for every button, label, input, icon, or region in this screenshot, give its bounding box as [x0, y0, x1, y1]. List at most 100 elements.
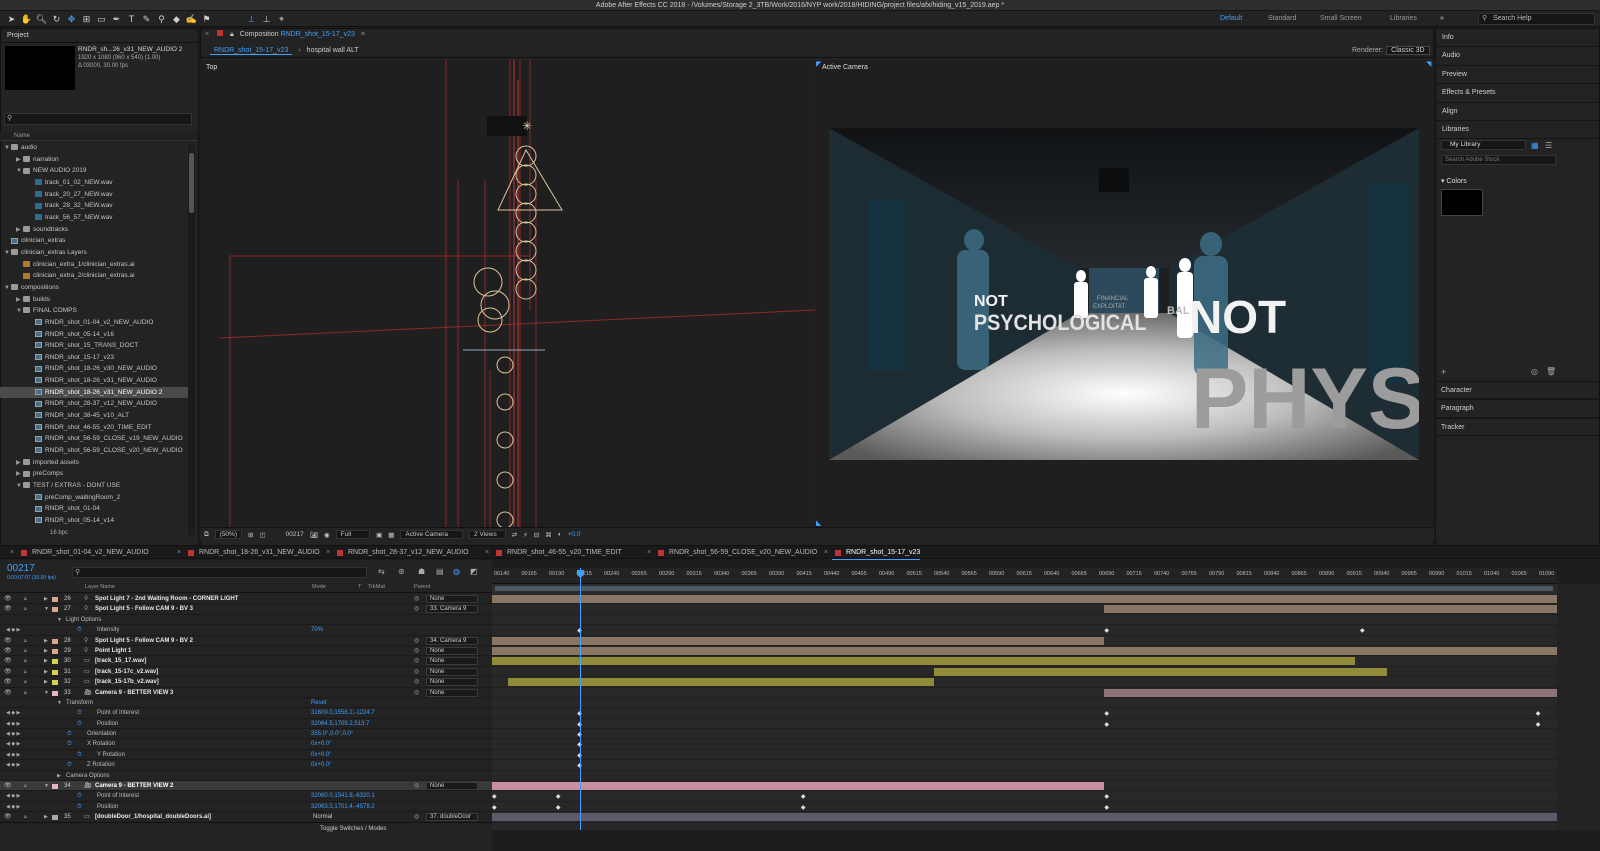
pickwhip-icon[interactable]: ◎	[414, 604, 419, 614]
parent-select[interactable]: None	[426, 688, 478, 697]
visibility-eye-icon[interactable]: 👁︎	[4, 781, 12, 791]
close-icon[interactable]: ×	[485, 546, 489, 560]
expand-toggle-icon[interactable]: ▶	[44, 636, 48, 646]
timeline-track[interactable]	[492, 771, 1557, 782]
project-item[interactable]: ▼ clinician_extras Layers	[0, 247, 188, 259]
work-area-bar[interactable]	[492, 584, 1557, 594]
world-axis-icon[interactable]: ⊥	[259, 11, 274, 27]
project-item[interactable]: RNDR_shot_46-55_v20_TIME_EDIT	[0, 422, 188, 434]
keyframe-navigator-icon[interactable]: ◀ ◆ ▶	[6, 625, 20, 635]
property-row[interactable]: ⏱︎ ◀ ◆ ▶ Point of Interest 31609.0,1556.2,-…	[0, 708, 492, 719]
project-search-input[interactable]	[4, 113, 192, 125]
property-row[interactable]: ⏱︎ ◀ ◆ ▶ Z Rotation 0x+0.0°	[0, 760, 492, 771]
layer-row[interactable]: 👁︎ 🔒︎ ▼ 27 💡︎ Spot Light 5 - Follow CAM 9 - B…	[0, 604, 492, 615]
layer-duration-bar[interactable]	[492, 657, 1355, 666]
workspace-standard[interactable]: Standard	[1268, 11, 1296, 27]
panel-paragraph[interactable]: Paragraph	[1435, 399, 1600, 418]
timeline-track[interactable]	[492, 688, 1557, 698]
project-item[interactable]: RNDR_shot_56-59_CLOSE_v20_NEW_AUDIO	[0, 445, 188, 457]
project-item[interactable]: ▶ preComps	[0, 468, 188, 480]
graph-editor-icon[interactable]: ◩	[470, 567, 478, 576]
parent-select[interactable]: None	[426, 667, 478, 676]
draft-3d-icon[interactable]: ⊛	[398, 567, 405, 576]
keyframe-navigator-icon[interactable]: ◀ ◆ ▶	[6, 719, 20, 729]
layer-color-label[interactable]	[52, 659, 58, 665]
exposure-icon[interactable]: ◐	[558, 531, 562, 538]
timeline-track[interactable]	[492, 698, 1557, 709]
timeline-track[interactable]	[492, 615, 1557, 626]
visibility-eye-icon[interactable]: 👁︎	[4, 636, 12, 646]
project-item[interactable]: ▶ imported assets	[0, 457, 188, 469]
keyframe-navigator-icon[interactable]: ◀ ◆ ▶	[6, 729, 20, 739]
panel-libraries[interactable]: Libraries	[1436, 121, 1599, 140]
close-icon[interactable]: ×	[647, 546, 651, 560]
keyframe-icon[interactable]: ◆	[1104, 721, 1109, 728]
pickwhip-icon[interactable]: ◎	[414, 656, 419, 666]
exposure-value[interactable]: +0.0	[568, 531, 581, 538]
project-item[interactable]: RNDR_shot_38-45_v10_ALT	[0, 410, 188, 422]
layer-color-label[interactable]	[52, 638, 58, 644]
timeline-track[interactable]: ◆ ◆ ◆ ◆	[492, 791, 1557, 802]
layer-duration-bar[interactable]	[492, 595, 1557, 603]
timeline-track[interactable]	[492, 646, 1557, 657]
layer-duration-bar[interactable]	[933, 667, 1387, 676]
project-item[interactable]: RNDR_shot_18-26_v30_NEW_AUDIO	[0, 363, 188, 375]
transparency-grid-icon[interactable]: ▦	[388, 531, 394, 539]
lock-icon[interactable]: 🔒︎	[24, 688, 27, 698]
layer-row[interactable]: 👁︎ 🔒︎ ▼ 34 🎥︎ Camera 9 - BETTER VIEW 2 ◎ None	[0, 781, 492, 792]
property-row[interactable]: ⏱︎ ◀ ◆ ▶ Point of Interest 32060.0,1541.8,-…	[0, 791, 492, 802]
project-item[interactable]: clinician_extra_2/clinician_extras.ai	[0, 270, 188, 282]
lock-icon[interactable]: 🔒︎	[24, 636, 27, 646]
frame-blending-icon[interactable]: ▤	[436, 567, 444, 576]
lock-icon[interactable]: 🔒︎	[24, 667, 27, 677]
expand-toggle-icon[interactable]: ▶	[44, 667, 48, 677]
project-item[interactable]: preComp_waitingRoom_2	[0, 492, 188, 504]
keyframe-icon[interactable]: ◆	[1360, 627, 1365, 634]
parent-select[interactable]: 33. Camera 9	[426, 605, 478, 614]
parent-header[interactable]: Parent	[414, 584, 430, 590]
local-axis-icon[interactable]: ⟂	[244, 11, 259, 27]
layer-row[interactable]: 👁︎ 🔒︎ ▶ 28 💡︎ Spot Light 5 - Follow CAM 9 - B…	[0, 636, 492, 646]
layer-color-label[interactable]	[52, 815, 58, 821]
property-row[interactable]: ⏱︎ ◀ ◆ ▶ X Rotation 0x+0.0°	[0, 739, 492, 750]
layer-color-label[interactable]	[52, 784, 58, 790]
hand-tool-icon[interactable]: ✋	[19, 11, 34, 27]
visibility-eye-icon[interactable]: 👁︎	[4, 656, 12, 666]
parent-select[interactable]: None	[426, 657, 478, 666]
keyframe-icon[interactable]: ◆	[492, 793, 497, 800]
project-name-header[interactable]: Name	[0, 132, 197, 141]
property-value[interactable]: 32063.5,1701.4,-4579.2	[311, 802, 375, 812]
parent-select[interactable]: 37. doubleDoor	[426, 813, 478, 822]
project-item[interactable]: track_01_02_NEW.wav	[0, 177, 188, 189]
property-value[interactable]: 0x+0.0°	[311, 760, 332, 770]
layer-name-header[interactable]: Layer Name	[85, 584, 115, 590]
visibility-eye-icon[interactable]: 👁︎	[4, 594, 12, 604]
keyframe-navigator-icon[interactable]: ◀ ◆ ▶	[6, 750, 20, 760]
motion-blur-icon[interactable]: ◍	[453, 567, 460, 576]
visibility-eye-icon[interactable]: 👁︎	[4, 646, 12, 656]
timeline-track[interactable]: ◆	[492, 750, 1557, 761]
timeline-track[interactable]	[492, 677, 1557, 688]
keyframe-navigator-icon[interactable]: ◀ ◆ ▶	[6, 739, 20, 749]
workspace-default[interactable]: Default	[1220, 11, 1242, 27]
keyframe-icon[interactable]: ◆	[492, 804, 497, 811]
project-item[interactable]: clinician_extras	[0, 235, 188, 247]
keyframe-icon[interactable]: ◆	[1104, 710, 1109, 717]
project-item[interactable]: ▶ narration	[0, 154, 188, 166]
property-value[interactable]: 0x+0.0°	[311, 739, 332, 749]
layer-row[interactable]: 👁︎ 🔒︎ ▶ 32 ▭ [track_15-17b_v2.wav] ◎ None	[0, 677, 492, 688]
composition-mini-flowchart-icon[interactable]: ⇆	[378, 567, 385, 576]
close-icon[interactable]: ×	[824, 546, 828, 560]
project-item[interactable]: RNDR_shot_18-26_v31_NEW_AUDIO	[0, 375, 188, 387]
search-help-input[interactable]: Search Help	[1478, 13, 1595, 25]
panel-tracker[interactable]: Tracker	[1435, 417, 1600, 437]
property-group-row[interactable]: ▶ Camera Options	[0, 771, 492, 782]
visibility-eye-icon[interactable]: 👁︎	[4, 677, 12, 687]
keyframe-navigator-icon[interactable]: ◀ ◆ ▶	[6, 708, 20, 718]
parent-select[interactable]: None	[426, 782, 478, 791]
time-ruler[interactable]: 00140 00165 00190 00215 00240 00265 00290 00315…	[492, 568, 1557, 584]
library-select[interactable]: My Library	[1441, 140, 1526, 150]
project-item[interactable]: RNDR_shot_05-14_v16	[0, 329, 188, 341]
grid-icon[interactable]: ⊞	[248, 531, 253, 539]
timeline-search-input[interactable]	[72, 567, 367, 578]
